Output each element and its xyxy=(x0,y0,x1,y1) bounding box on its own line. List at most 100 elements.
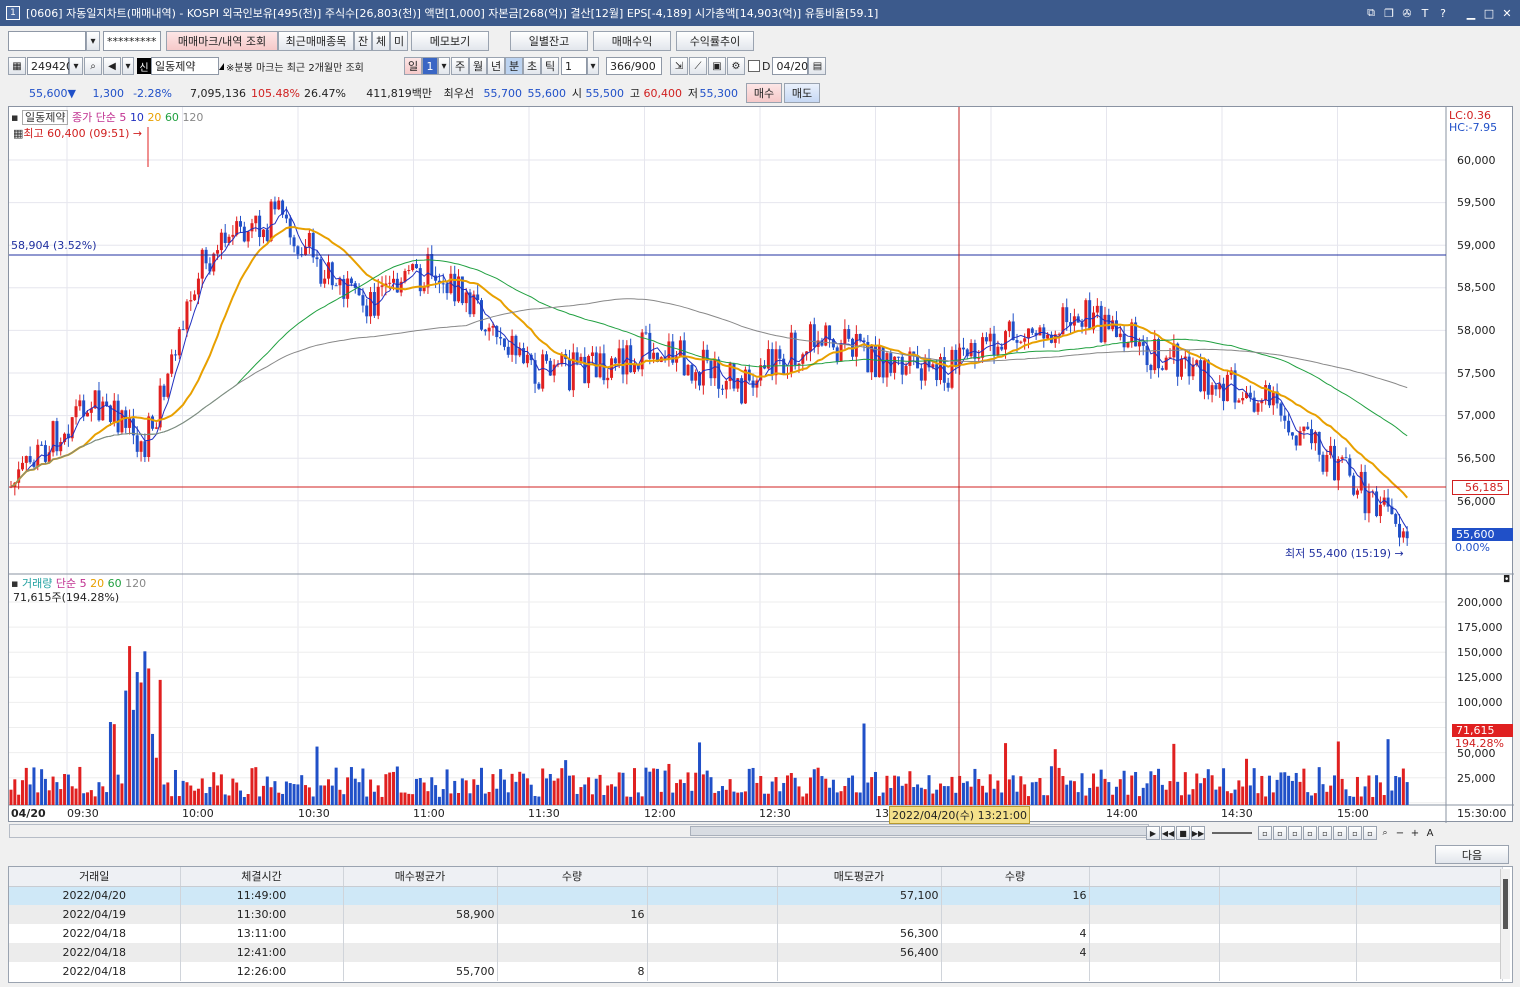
horizontal-scrollbar[interactable] xyxy=(9,824,1149,838)
scroll-thumb[interactable] xyxy=(690,826,1148,836)
volume-bar xyxy=(1023,784,1027,805)
chart-area[interactable]: ▪ 일동제약 종가 단순 5 10 20 60 120 ▦최고 60,400 (… xyxy=(8,106,1514,838)
zoom-search-icon[interactable]: ⌕ xyxy=(1378,826,1392,840)
period-number[interactable]: 1 xyxy=(422,57,438,75)
maximize-icon[interactable]: □ xyxy=(1482,6,1496,20)
period-month-button[interactable]: 월 xyxy=(469,57,487,75)
period-year-button[interactable]: 년 xyxy=(487,57,505,75)
text-size-icon[interactable]: A xyxy=(1423,826,1437,840)
tool-icon-2[interactable]: ▫ xyxy=(1273,826,1287,840)
minimize-icon[interactable]: ▁ xyxy=(1464,6,1478,20)
help-icon[interactable]: ? xyxy=(1436,6,1450,20)
table-row[interactable]: 2022/04/19 11:30:00 58,900 16 xyxy=(9,905,1503,924)
tool-icon-3[interactable]: ▫ xyxy=(1288,826,1302,840)
chart-canvas[interactable] xyxy=(9,107,1514,823)
volume-bar xyxy=(904,783,908,805)
period-day-button[interactable]: 일 xyxy=(404,57,422,75)
date-input[interactable]: 04/20 xyxy=(772,57,809,75)
tool-icon-5[interactable]: ▫ xyxy=(1318,826,1332,840)
candle-body xyxy=(969,342,973,357)
panel-close-icon[interactable]: ◘ xyxy=(1503,575,1510,585)
tab-jan[interactable]: 잔 xyxy=(354,31,372,51)
volume-bar xyxy=(1130,775,1134,805)
table-row[interactable]: 2022/04/18 12:41:00 56,400 4 xyxy=(9,943,1503,962)
account-input[interactable] xyxy=(8,31,86,51)
tool-icon-1[interactable]: ▫ xyxy=(1258,826,1272,840)
tool-arrows-icon[interactable]: ⇲ xyxy=(670,57,688,75)
period-second-button[interactable]: 초 xyxy=(523,57,541,75)
font-icon[interactable]: T xyxy=(1418,6,1432,20)
interval-input[interactable]: 1 xyxy=(561,57,587,75)
table-scroll-thumb[interactable] xyxy=(1503,879,1508,929)
count-input[interactable]: 366/900 xyxy=(606,57,662,75)
tool-icon-8[interactable]: ▫ xyxy=(1363,826,1377,840)
volume-bar xyxy=(1157,768,1161,805)
quote-low: 55,300 xyxy=(699,86,739,100)
period-dropdown-icon[interactable]: ▾ xyxy=(438,57,450,75)
speaker-dropdown-icon[interactable]: ▾ xyxy=(122,57,134,75)
trade-profit-button[interactable]: 매매수익 xyxy=(593,31,671,51)
period-week-button[interactable]: 주 xyxy=(451,57,469,75)
pin-icon[interactable]: ✇ xyxy=(1400,6,1414,20)
recent-items-button[interactable]: 최근매매종목 xyxy=(278,31,354,51)
daily-balance-button[interactable]: 일별잔고 xyxy=(510,31,588,51)
triangle-icon xyxy=(219,62,224,70)
volume-bar xyxy=(1026,796,1030,805)
tool-icon-4[interactable]: ▫ xyxy=(1303,826,1317,840)
tool-line-icon[interactable]: ⟋ xyxy=(689,57,707,75)
period-tick-button[interactable]: 틱 xyxy=(541,57,559,75)
account-dropdown-icon[interactable]: ▾ xyxy=(86,31,100,51)
speaker-icon[interactable]: ◀ xyxy=(103,57,121,75)
code-dropdown-icon[interactable]: ▾ xyxy=(69,57,83,75)
volume-bar xyxy=(1382,795,1386,805)
memo-button[interactable]: 메모보기 xyxy=(411,31,489,51)
return-trend-button[interactable]: 수익률추이 xyxy=(676,31,754,51)
volume-bar xyxy=(189,785,193,805)
buy-button[interactable]: 매수 xyxy=(746,83,782,103)
tab-che[interactable]: 체 xyxy=(372,31,390,51)
period-minute-button[interactable]: 분 xyxy=(505,57,523,75)
volume-bar xyxy=(101,786,105,805)
zoom-in-icon[interactable]: + xyxy=(1408,826,1422,840)
volume-bar xyxy=(151,733,155,805)
rewind-icon[interactable]: ◀◀ xyxy=(1161,826,1175,840)
table-row[interactable]: 2022/04/18 13:11:00 56,300 4 xyxy=(9,924,1503,943)
sell-button[interactable]: 매도 xyxy=(784,83,820,103)
col-header-blank xyxy=(1356,867,1503,887)
volume-bar xyxy=(789,773,793,805)
stop-icon[interactable]: ■ xyxy=(1176,826,1190,840)
zoom-out-icon[interactable]: − xyxy=(1393,826,1407,840)
link-icon[interactable]: ⧉ xyxy=(1364,6,1378,20)
candle-body xyxy=(694,372,698,381)
speed-slider[interactable] xyxy=(1212,832,1252,834)
close-icon[interactable]: ✕ xyxy=(1500,6,1514,20)
next-button[interactable]: 다음 xyxy=(1435,845,1509,864)
table-row[interactable]: 2022/04/18 12:26:00 55,700 8 xyxy=(9,962,1503,981)
candle-body xyxy=(652,352,656,359)
tab-mi[interactable]: 미 xyxy=(390,31,408,51)
copy-icon[interactable]: ❐ xyxy=(1382,6,1396,20)
layout-icon[interactable]: ▦ xyxy=(8,57,26,75)
volume-bar xyxy=(1153,775,1157,805)
calendar-icon[interactable]: ▤ xyxy=(808,57,827,75)
minute-mark-notice: ※분봉 마크는 최근 2개월만 조회 xyxy=(226,62,364,74)
search-icon[interactable]: ⌕ xyxy=(84,57,102,75)
candle-body xyxy=(499,337,503,339)
gear-icon[interactable]: ⚙ xyxy=(727,57,745,75)
tool-icon-6[interactable]: ▫ xyxy=(1333,826,1347,840)
play-icon[interactable]: ▶ xyxy=(1146,826,1160,840)
forward-icon[interactable]: ▶▶ xyxy=(1191,826,1205,840)
trade-mark-button[interactable]: 매매마크/내역 조회 xyxy=(166,31,278,51)
table-scrollbar[interactable] xyxy=(1500,869,1510,979)
table-row[interactable]: 2022/04/20 11:49:00 57,100 16 xyxy=(9,886,1503,905)
interval-dropdown-icon[interactable]: ▾ xyxy=(587,57,599,75)
date-checkbox[interactable] xyxy=(748,60,760,72)
stock-name-field[interactable]: 일동제약 xyxy=(151,57,219,75)
volume-bar xyxy=(575,793,579,805)
stock-code-input[interactable]: 249420 xyxy=(27,57,73,75)
candle-body xyxy=(1321,454,1325,472)
save-icon[interactable]: ▣ xyxy=(708,57,726,75)
volume-bar xyxy=(1080,773,1084,805)
tool-icon-7[interactable]: ▫ xyxy=(1348,826,1362,840)
password-field[interactable]: ********* xyxy=(103,31,161,51)
